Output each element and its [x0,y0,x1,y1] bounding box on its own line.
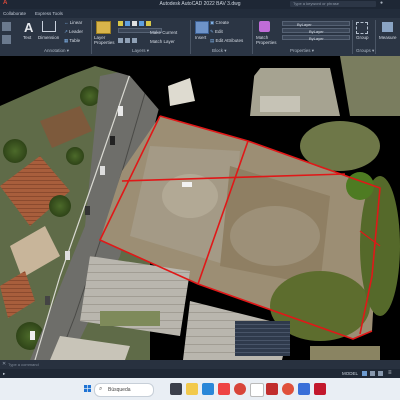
app-icon[interactable] [314,383,326,395]
menu-icon[interactable]: ≡ [388,370,392,376]
linear-button[interactable]: ↔ Linear [64,20,82,25]
insert-icon[interactable] [195,21,209,34]
chrome-icon[interactable] [234,383,246,395]
panel-annotation[interactable]: Annotation ▾ [44,48,69,54]
divider [375,20,376,54]
divider [190,20,191,54]
windows-start-icon[interactable] [84,385,91,392]
tab-express-tools[interactable]: Express Tools [35,11,63,16]
panel-layers[interactable]: Layers ▾ [132,48,149,54]
edit-attributes-button[interactable]: ▤ Edit Attributes [210,38,243,44]
insert-button[interactable]: Insert [195,35,206,40]
ribbon-tabs: Collaborate Express Tools [0,9,400,18]
autocad-taskbar-icon[interactable] [266,383,278,395]
aerial-photo [0,56,400,360]
layer-tools-row [118,38,148,43]
layout-tab[interactable]: ▸ [3,371,5,377]
match-layer-button[interactable]: Match Layer [150,39,175,44]
search-icon: ⌕ [99,386,103,392]
color-dropdown[interactable]: ByLayer [282,21,350,27]
task-view-icon[interactable] [170,383,182,395]
search-input[interactable]: Type a keyword or phrase [290,1,376,7]
app-icon[interactable] [282,383,294,395]
measure-icon[interactable] [382,22,393,32]
layer-tool-icon[interactable] [118,38,123,43]
taskbar-search-label: Búsqueda [108,387,131,393]
make-current-button[interactable]: Make Current [150,30,177,35]
match-properties-icon[interactable] [259,21,270,32]
divider [91,20,92,54]
table-button[interactable]: ▦ Table [64,38,80,44]
linetype-dropdown[interactable]: ByLayer [282,28,350,34]
divider [252,20,253,54]
leader-button[interactable]: ↗ Leader [64,29,83,35]
file-explorer-icon[interactable] [186,383,198,395]
tool-icon[interactable] [2,22,11,31]
create-block-button[interactable]: ▣ Create [210,20,229,26]
layer-tool-icon[interactable] [132,38,137,43]
grid-icon[interactable] [362,371,367,376]
tab-collaborate[interactable]: Collaborate [3,11,26,16]
command-line[interactable]: ✕ Type a command [0,360,400,369]
match-properties-button[interactable]: Match Properties [256,35,277,45]
layer-properties-button[interactable]: Layer Properties [94,35,115,45]
ortho-icon[interactable] [378,371,383,376]
layer-properties-icon[interactable] [96,21,111,34]
status-bar: ▸ MODEL ≡ [0,369,400,378]
panel-properties[interactable]: Properties ▾ [290,48,314,54]
layer-state-icon[interactable] [125,21,130,26]
store-icon[interactable] [250,383,264,397]
text-button[interactable]: Text [23,35,31,40]
layer-state-icon[interactable] [146,21,151,26]
panel-groups[interactable]: Groups ▾ [356,48,374,54]
layer-tool-icon[interactable] [125,38,130,43]
app-icon[interactable] [298,383,310,395]
tool-icon[interactable] [2,35,11,44]
user-icon[interactable]: ● [380,0,383,6]
drawing-canvas[interactable] [0,56,400,360]
group-button[interactable]: Group [356,35,369,40]
dimension-icon[interactable] [42,21,56,32]
layer-tools [118,21,162,26]
title-bar: A Autodesk AutoCAD 2022 BAV 3.dwg Type a… [0,0,400,9]
layer-state-icon[interactable] [132,21,137,26]
panel-block[interactable]: Block ▾ [212,48,227,54]
command-input[interactable]: Type a command [8,362,39,367]
group-icon[interactable] [356,22,368,34]
snap-icon[interactable] [370,371,375,376]
taskbar [0,378,400,400]
edge-icon[interactable] [202,383,214,395]
ribbon: A Text Dimension ↔ Linear ↗ Leader ▦ Tab… [0,18,400,56]
lineweight-dropdown[interactable]: ByLayer [282,35,350,41]
model-space-toggle[interactable]: MODEL [342,371,358,376]
command-close-icon[interactable]: ✕ [2,361,6,367]
text-icon[interactable]: A [24,20,33,35]
layer-state-icon[interactable] [139,21,144,26]
acrobat-icon[interactable] [218,383,230,395]
edit-block-button[interactable]: ✎ Edit [210,29,223,35]
divider [352,20,353,54]
measure-button[interactable]: Measure [379,35,397,40]
dimension-button[interactable]: Dimension [38,35,59,40]
layer-state-icon[interactable] [118,21,123,26]
taskbar-search[interactable]: ⌕ Búsqueda [94,383,154,397]
